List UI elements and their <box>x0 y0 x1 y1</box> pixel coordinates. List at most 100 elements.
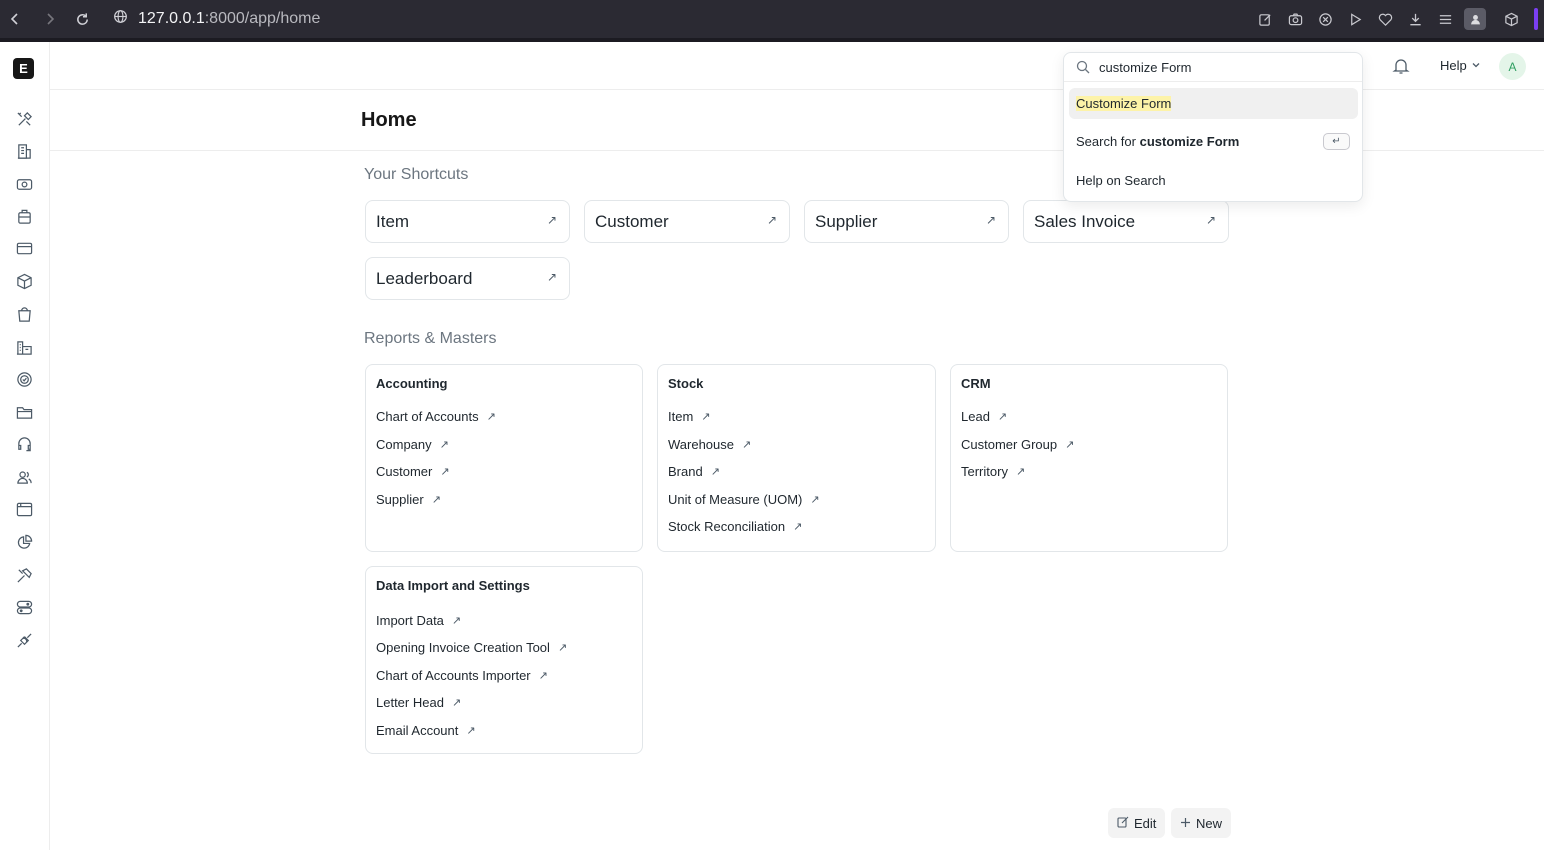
shortcut-sales-invoice[interactable]: Sales Invoice ↗ <box>1023 200 1229 243</box>
forward-icon[interactable] <box>40 9 60 29</box>
folder-icon[interactable] <box>15 403 33 421</box>
browser-window-icon[interactable] <box>15 500 33 518</box>
arrow-up-right-icon: ↗ <box>793 521 803 533</box>
arrow-up-right-icon: ↗ <box>439 439 449 451</box>
card-link[interactable]: Company ↗ <box>376 437 449 452</box>
help-on-search-item[interactable]: Help on Search <box>1069 165 1358 196</box>
chevron-down-icon <box>1471 58 1481 73</box>
shortcuts-section-title: Your Shortcuts <box>364 166 469 183</box>
link-label: Warehouse <box>668 437 734 452</box>
accent-bar <box>1534 8 1538 30</box>
arrow-up-right-icon: ↗ <box>997 411 1008 423</box>
new-button[interactable]: New <box>1171 808 1232 838</box>
arrow-up-right-icon: ↗ <box>810 494 820 506</box>
link-label: Customer <box>376 464 433 479</box>
shortcut-label: Supplier <box>815 211 878 231</box>
integration-icon[interactable] <box>15 631 33 649</box>
profile-icon[interactable] <box>1464 8 1486 30</box>
shortcut-label: Sales Invoice <box>1034 211 1136 231</box>
shortcut-leaderboard[interactable]: Leaderboard ↗ <box>365 257 570 300</box>
factory-icon[interactable] <box>15 338 33 356</box>
arrow-up-right-icon: ↗ <box>538 670 548 682</box>
card-link[interactable]: Opening Invoice Creation Tool ↗ <box>376 640 567 655</box>
arrow-up-right-icon: ↗ <box>985 213 996 227</box>
card-link[interactable]: Item ↗ <box>668 409 711 424</box>
card-link[interactable]: Import Data ↗ <box>376 613 461 628</box>
extension-box-icon[interactable] <box>1496 0 1526 38</box>
card-link[interactable]: Territory ↗ <box>961 464 1025 479</box>
address-bar[interactable]: 127.0.0.1:8000/app/home <box>113 8 320 30</box>
pie-chart-icon[interactable] <box>15 533 33 551</box>
link-label: Chart of Accounts Importer <box>376 668 531 683</box>
headset-icon[interactable] <box>15 435 33 453</box>
help-label: Help <box>1440 58 1467 73</box>
card-stock: Stock Item ↗ Warehouse ↗ Brand ↗ Unit of Me… <box>657 364 936 552</box>
card-link[interactable]: Warehouse ↗ <box>668 437 751 452</box>
heart-icon[interactable] <box>1370 0 1400 38</box>
shield-block-icon[interactable] <box>1310 0 1340 38</box>
shortcut-supplier[interactable]: Supplier ↗ <box>804 200 1009 243</box>
toggles-icon[interactable] <box>15 598 33 616</box>
briefcase-icon[interactable] <box>15 207 33 225</box>
card-link[interactable]: Chart of Accounts Importer ↗ <box>376 668 548 683</box>
link-label: Supplier <box>376 492 424 507</box>
hammer-icon[interactable] <box>15 566 33 584</box>
card-crm: CRM Lead ↗ Customer Group ↗ Territory ↗ <box>950 364 1228 552</box>
arrow-up-right-icon: ↗ <box>742 439 752 451</box>
card-accounting: Accounting Chart of Accounts ↗ Company ↗ C… <box>365 364 643 552</box>
card-link[interactable]: Customer ↗ <box>376 464 450 479</box>
arrow-up-right-icon: ↗ <box>710 466 720 478</box>
search-dropdown: Customize Form Search for customize Form… <box>1063 52 1363 202</box>
users-icon[interactable] <box>15 468 33 486</box>
arrow-up-right-icon: ↗ <box>1015 466 1026 478</box>
url-host: 127.0.0.1 <box>138 10 205 27</box>
play-icon[interactable] <box>1340 0 1370 38</box>
reload-icon[interactable] <box>72 9 92 29</box>
search-result-customize-form[interactable]: Customize Form <box>1069 88 1358 119</box>
link-label: Customer Group <box>961 437 1058 452</box>
shortcut-customer[interactable]: Customer ↗ <box>584 200 790 243</box>
user-avatar[interactable]: A <box>1499 53 1526 80</box>
shortcut-label: Item <box>376 211 410 231</box>
browser-toolbar: 127.0.0.1:8000/app/home <box>0 0 1544 38</box>
edit-button[interactable]: Edit <box>1108 808 1166 838</box>
link-label: Chart of Accounts <box>376 409 479 424</box>
card-link[interactable]: Email Account ↗ <box>376 723 476 738</box>
edit-page-icon[interactable] <box>1250 0 1280 38</box>
card-link[interactable]: Chart of Accounts ↗ <box>376 409 496 424</box>
back-icon[interactable] <box>5 9 25 29</box>
download-icon[interactable] <box>1400 0 1430 38</box>
result-label: Help on Search <box>1076 173 1166 188</box>
reports-section-title: Reports & Masters <box>364 330 497 347</box>
arrow-up-right-icon: ↗ <box>1205 213 1216 227</box>
notification-bell-icon[interactable] <box>1392 57 1410 75</box>
help-dropdown[interactable]: Help <box>1440 58 1481 73</box>
search-input[interactable] <box>1099 57 1354 77</box>
link-label: Opening Invoice Creation Tool <box>376 640 550 655</box>
card-link[interactable]: Unit of Measure (UOM) ↗ <box>668 492 820 507</box>
link-label: Letter Head <box>376 695 444 710</box>
shopping-bag-icon[interactable] <box>15 305 33 323</box>
box-icon[interactable] <box>15 272 33 290</box>
menu-icon[interactable] <box>1430 0 1460 38</box>
card-link[interactable]: Lead ↗ <box>961 409 1007 424</box>
app-logo[interactable]: E <box>13 58 34 79</box>
shortcut-label: Leaderboard <box>376 268 473 288</box>
screenshot-icon[interactable] <box>1280 0 1310 38</box>
card-link[interactable]: Supplier ↗ <box>376 492 441 507</box>
building-icon[interactable] <box>15 142 33 160</box>
card-title: Stock <box>668 376 704 391</box>
card-link[interactable]: Letter Head ↗ <box>376 695 461 710</box>
tools-icon[interactable] <box>15 110 33 128</box>
card-link[interactable]: Stock Reconciliation ↗ <box>668 519 802 534</box>
arrow-up-right-icon: ↗ <box>451 697 462 709</box>
search-icon <box>1076 60 1090 74</box>
money-icon[interactable] <box>15 175 33 193</box>
card-link[interactable]: Customer Group ↗ <box>961 437 1074 452</box>
card-link[interactable]: Brand ↗ <box>668 464 720 479</box>
card-icon[interactable] <box>15 239 33 257</box>
result-label: Customize Form <box>1076 96 1172 111</box>
target-icon[interactable] <box>15 370 33 388</box>
shortcut-item[interactable]: Item ↗ <box>365 200 570 243</box>
search-for-item[interactable]: Search for customize Form ↵ <box>1069 126 1358 157</box>
